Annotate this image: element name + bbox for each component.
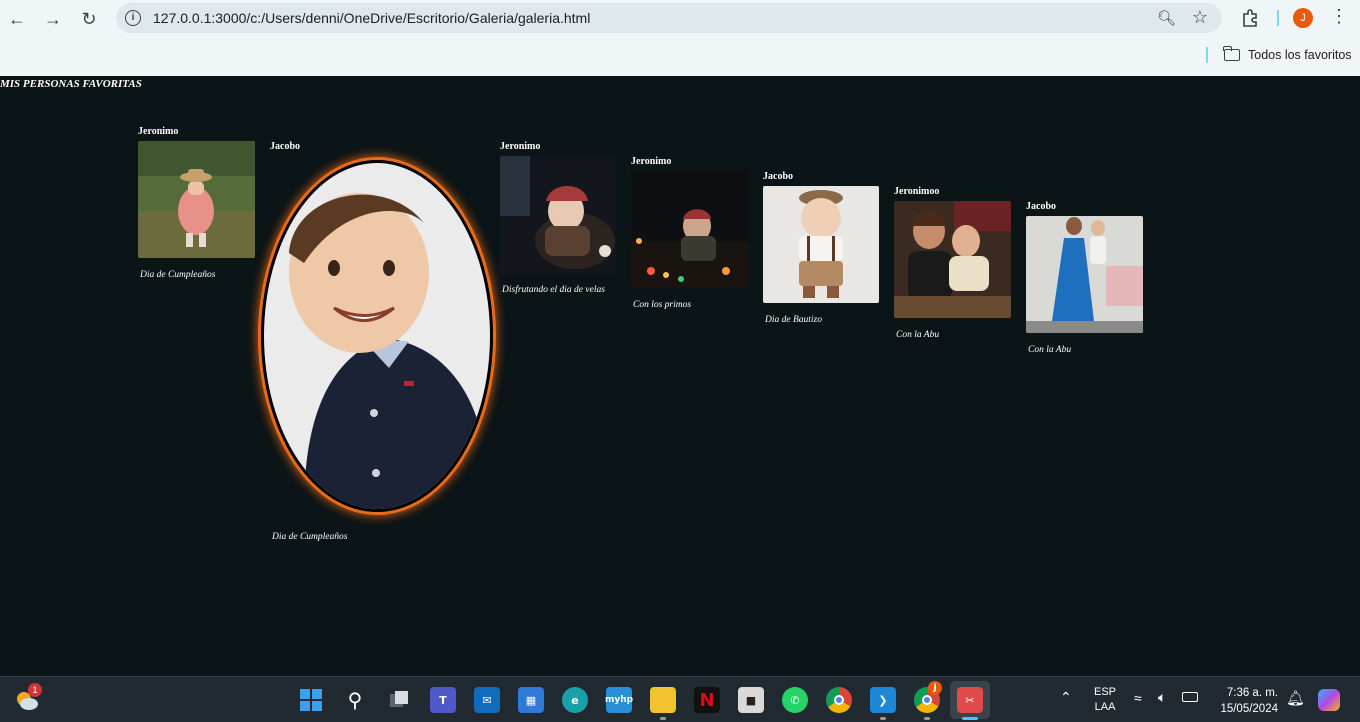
card-name: Jacobo xyxy=(763,171,793,182)
active-indicator xyxy=(962,717,978,720)
show-hidden-icons-chevron-icon[interactable]: ⌃ xyxy=(1060,689,1072,706)
chrome-profile-icon[interactable]: J xyxy=(914,681,942,713)
search-icon[interactable]: ⚲ xyxy=(342,687,368,713)
card-name: Jacobo xyxy=(1026,201,1056,212)
card-caption: Dia de Cumpleaños xyxy=(272,532,348,542)
photo-cousins-candles[interactable] xyxy=(631,171,748,288)
photo-boy-in-field[interactable] xyxy=(138,141,255,258)
bookmarks-bar: Todos los favoritos xyxy=(0,40,1360,70)
bookmark-star-icon[interactable]: ☆ xyxy=(1192,7,1208,28)
gallery-card: Jacobo Dia de Bautizo xyxy=(763,171,879,325)
myhp-icon[interactable]: myhp xyxy=(605,687,633,713)
start-windows-icon[interactable] xyxy=(298,687,324,713)
card-caption: Con los primos xyxy=(633,300,692,310)
edge-icon[interactable]: e xyxy=(562,687,588,713)
bookmark-folder-label: Todos los favoritos xyxy=(1248,48,1352,62)
mail-icon[interactable]: ✉ xyxy=(474,687,500,713)
gallery-card: Jeronimo Dia de Cumpleaños xyxy=(138,126,255,280)
bookmark-folder-all[interactable]: Todos los favoritos xyxy=(1223,46,1352,62)
reload-icon[interactable]: ↻ xyxy=(76,6,102,32)
netflix-icon[interactable]: N xyxy=(694,687,720,713)
clock[interactable]: 7:36 a. m. 15/05/2024 xyxy=(1212,685,1278,717)
photo-with-grandma-blue-dress[interactable] xyxy=(1026,216,1143,333)
gallery-card-featured: Jacobo Dia de Cumpleaños xyxy=(261,141,493,542)
gallery-page: MIS PERSONAS FAVORITAS Jeronimo Dia de C… xyxy=(0,76,1360,676)
whatsapp-icon[interactable]: ✆ xyxy=(782,687,808,713)
card-name: Jeronimo xyxy=(138,126,179,137)
zoom-icon[interactable]: 🔍︎ xyxy=(1157,9,1176,27)
volume-icon[interactable]: 🔈︎ xyxy=(1158,689,1166,706)
roblox-icon[interactable]: ■ xyxy=(738,687,764,713)
input-language[interactable]: ESP LAA xyxy=(1094,685,1116,715)
windows-taskbar: 1 ⚲ T ✉ ▦ e myhp N ■ ✆ ❯ J ✂ ⌃ ESP LAA ≈… xyxy=(0,676,1360,722)
battery-icon[interactable] xyxy=(1182,692,1198,702)
card-caption: Con la Abu xyxy=(1028,345,1072,355)
file-explorer-icon[interactable] xyxy=(650,687,676,713)
site-info-icon[interactable]: i xyxy=(125,10,141,26)
running-indicator xyxy=(660,717,666,720)
forward-icon[interactable]: → xyxy=(40,6,66,32)
store-icon[interactable]: ▦ xyxy=(518,687,544,713)
back-icon[interactable]: ← xyxy=(4,6,30,32)
clock-date: 15/05/2024 xyxy=(1220,703,1278,715)
chrome-icon[interactable] xyxy=(826,687,852,713)
teams-icon[interactable]: T xyxy=(430,687,456,713)
extensions-icon[interactable] xyxy=(1240,8,1260,28)
running-indicator xyxy=(880,717,886,720)
photo-with-grandma[interactable] xyxy=(894,201,1011,318)
task-view-icon[interactable] xyxy=(386,687,412,713)
running-indicator xyxy=(924,717,930,720)
card-caption: Con la Abu xyxy=(896,330,940,340)
language-code: ESP xyxy=(1094,686,1117,698)
menu-kebab-icon[interactable]: ⋮ xyxy=(1330,6,1348,27)
page-title: MIS PERSONAS FAVORITAS xyxy=(0,78,142,90)
browser-chrome: ← → ↻ i 127.0.0.1:3000/c:/Users/denni/On… xyxy=(0,0,1360,76)
card-name: Jeronimoo xyxy=(894,186,940,197)
bookmarks-separator xyxy=(1206,47,1208,63)
gallery-card: Jeronimo Con los primos xyxy=(631,156,748,310)
folder-icon xyxy=(1223,46,1240,61)
gallery-card: Jacobo Con la Abu xyxy=(1026,201,1143,355)
toolbar-separator xyxy=(1277,10,1279,26)
photo-candles-night[interactable] xyxy=(500,156,616,273)
featured-photo-frame xyxy=(261,160,493,512)
notification-bell-icon[interactable]: 🔔︎ xyxy=(1286,689,1305,707)
card-name: Jacobo xyxy=(270,141,300,152)
profile-avatar[interactable]: J xyxy=(1293,8,1313,28)
address-bar[interactable]: i 127.0.0.1:3000/c:/Users/denni/OneDrive… xyxy=(116,3,1222,33)
card-caption: Dia de Cumpleaños xyxy=(140,270,216,280)
card-caption: Dia de Bautizo xyxy=(765,315,822,325)
card-name: Jeronimo xyxy=(500,141,541,152)
url-text[interactable]: 127.0.0.1:3000/c:/Users/denni/OneDrive/E… xyxy=(153,10,590,26)
card-name: Jeronimo xyxy=(631,156,672,167)
gallery-card: Jeronimoo Con la Abu xyxy=(894,186,1011,340)
keyboard-layout: LAA xyxy=(1094,701,1116,713)
photo-baptism-baby[interactable] xyxy=(763,186,879,303)
browser-toolbar: ← → ↻ i 127.0.0.1:3000/c:/Users/denni/On… xyxy=(0,0,1360,38)
photo-smiling-boy[interactable] xyxy=(264,163,490,509)
vscode-icon[interactable]: ❯ xyxy=(870,687,896,713)
clock-time: 7:36 a. m. xyxy=(1226,687,1278,699)
weather-widget[interactable]: 1 xyxy=(14,683,42,713)
gallery-card: Jeronimo Disfrutando el dia de velas xyxy=(500,141,616,295)
chrome-profile-badge: J xyxy=(928,681,942,695)
snipping-tool-icon[interactable]: ✂ xyxy=(957,687,983,713)
copilot-icon[interactable] xyxy=(1318,689,1340,711)
wifi-icon[interactable]: ≈ xyxy=(1134,690,1142,706)
card-caption: Disfrutando el dia de velas xyxy=(502,285,605,295)
notification-badge: 1 xyxy=(28,683,42,697)
